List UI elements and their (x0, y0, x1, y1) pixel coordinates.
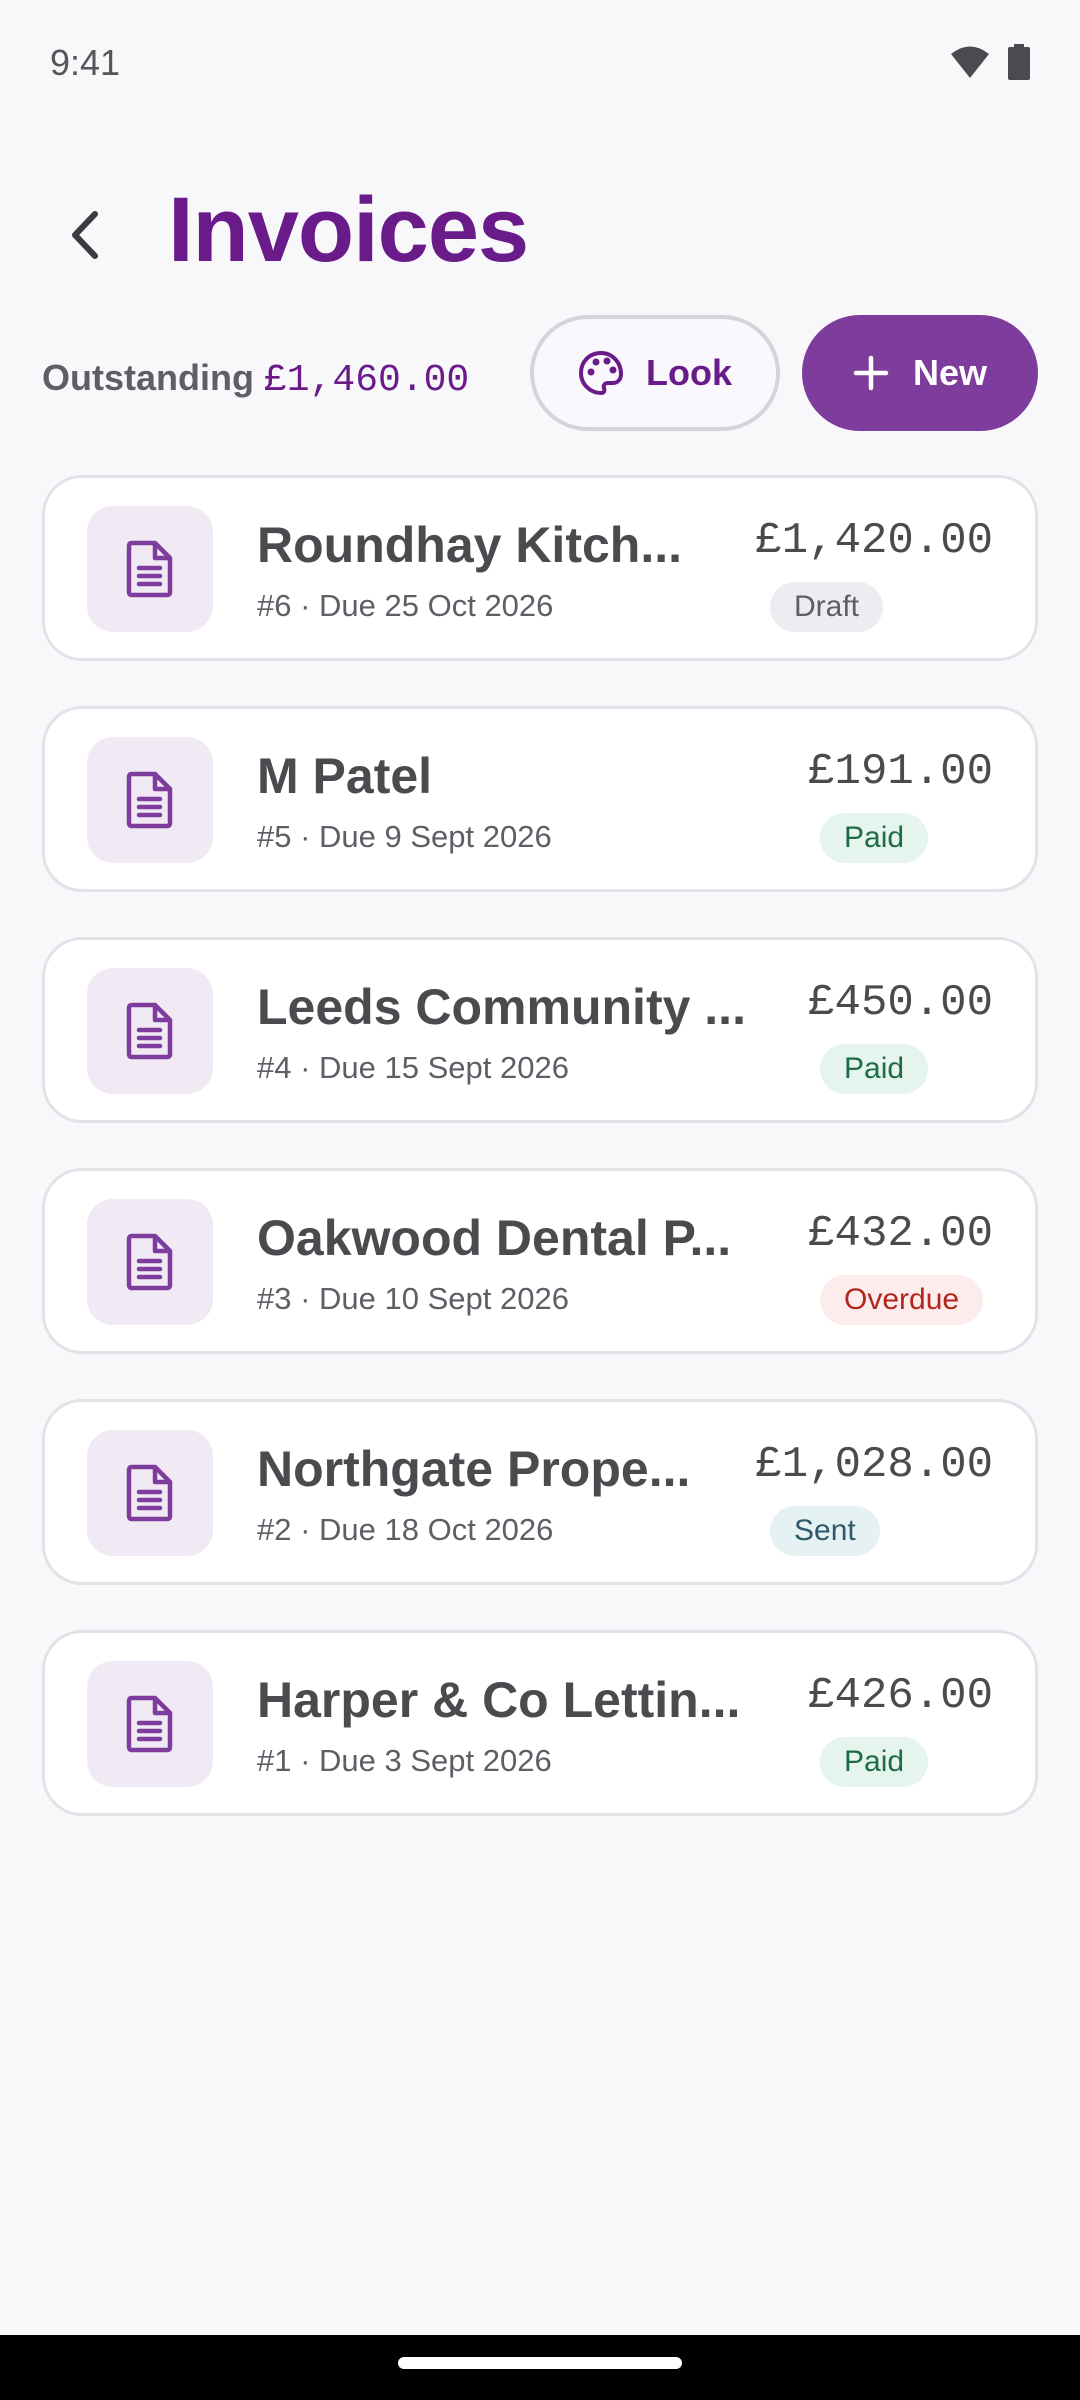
home-indicator[interactable] (398, 2357, 682, 2369)
look-label: Look (646, 352, 732, 393)
invoice-amount: £426.00 (808, 1671, 993, 1721)
status-bar: 9:41 (0, 0, 1080, 130)
invoice-amount: £432.00 (808, 1209, 993, 1259)
document-icon-tile (87, 737, 213, 863)
navigation-bar (0, 2335, 1080, 2400)
invoice-amount: £1,420.00 (755, 516, 993, 566)
status-badge: Sent (770, 1506, 880, 1556)
invoice-meta: #3 · Due 10 Sept 2026 (257, 1281, 569, 1316)
invoice-card[interactable]: Harper & Co Lettin... #1 · Due 3 Sept 20… (42, 1630, 1038, 1816)
status-icons (950, 44, 1030, 80)
document-icon (126, 540, 173, 598)
invoice-meta: #4 · Due 15 Sept 2026 (257, 1050, 569, 1085)
invoice-meta: #6 · Due 25 Oct 2026 (257, 588, 554, 623)
status-badge: Draft (770, 582, 884, 632)
invoice-list: Roundhay Kitch... #6 · Due 25 Oct 2026 £… (42, 475, 1038, 1861)
document-icon (126, 1464, 173, 1522)
document-icon-tile (87, 506, 213, 632)
back-button[interactable] (50, 200, 120, 270)
outstanding-label: Outstanding (42, 357, 254, 398)
invoice-card[interactable]: Roundhay Kitch... #6 · Due 25 Oct 2026 £… (42, 475, 1038, 661)
look-button[interactable]: Look (530, 315, 780, 431)
invoice-meta: #1 · Due 3 Sept 2026 (257, 1743, 552, 1778)
invoice-amount: £1,028.00 (755, 1440, 993, 1490)
document-icon (126, 771, 173, 829)
new-invoice-button[interactable]: New (802, 315, 1038, 431)
invoice-client: M Patel (257, 748, 433, 804)
document-icon-tile (87, 1199, 213, 1325)
invoice-meta: #5 · Due 9 Sept 2026 (257, 819, 552, 854)
status-time: 9:41 (50, 42, 121, 83)
plus-icon (853, 355, 889, 391)
invoice-client: Northgate Prope... (257, 1441, 691, 1497)
header: Invoices (0, 170, 1080, 300)
invoice-card[interactable]: Oakwood Dental P... #3 · Due 10 Sept 202… (42, 1168, 1038, 1354)
invoice-client: Oakwood Dental P... (257, 1210, 732, 1266)
status-badge: Overdue (820, 1275, 984, 1325)
invoice-amount: £450.00 (808, 978, 993, 1028)
battery-icon (1008, 44, 1030, 80)
page-title: Invoices (168, 179, 529, 281)
summary-row: Outstanding £1,460.00 Look New (0, 315, 1080, 435)
status-badge: Paid (820, 813, 929, 863)
palette-icon (578, 350, 624, 396)
new-label: New (912, 352, 988, 393)
invoice-card[interactable]: Northgate Prope... #2 · Due 18 Oct 2026 … (42, 1399, 1038, 1585)
status-badge: Paid (820, 1737, 929, 1787)
invoice-meta: #2 · Due 18 Oct 2026 (257, 1512, 554, 1547)
invoice-client: Roundhay Kitch... (257, 517, 682, 573)
document-icon (126, 1233, 173, 1291)
document-icon-tile (87, 1430, 213, 1556)
invoice-client: Leeds Community ... (257, 979, 746, 1035)
outstanding-amount: £1,460.00 (264, 359, 470, 402)
document-icon (126, 1002, 173, 1060)
document-icon-tile (87, 1661, 213, 1787)
back-arrow-icon (72, 211, 98, 259)
wifi-icon (951, 46, 989, 78)
invoice-card[interactable]: Leeds Community ... #4 · Due 15 Sept 202… (42, 937, 1038, 1123)
invoice-amount: £191.00 (808, 747, 993, 797)
invoice-card[interactable]: M Patel #5 · Due 9 Sept 2026 £191.00 Pai… (42, 706, 1038, 892)
document-icon (126, 1695, 173, 1753)
document-icon-tile (87, 968, 213, 1094)
outstanding-summary: Outstanding £1,460.00 (42, 357, 469, 402)
invoice-client: Harper & Co Lettin... (257, 1672, 741, 1728)
status-badge: Paid (820, 1044, 929, 1094)
